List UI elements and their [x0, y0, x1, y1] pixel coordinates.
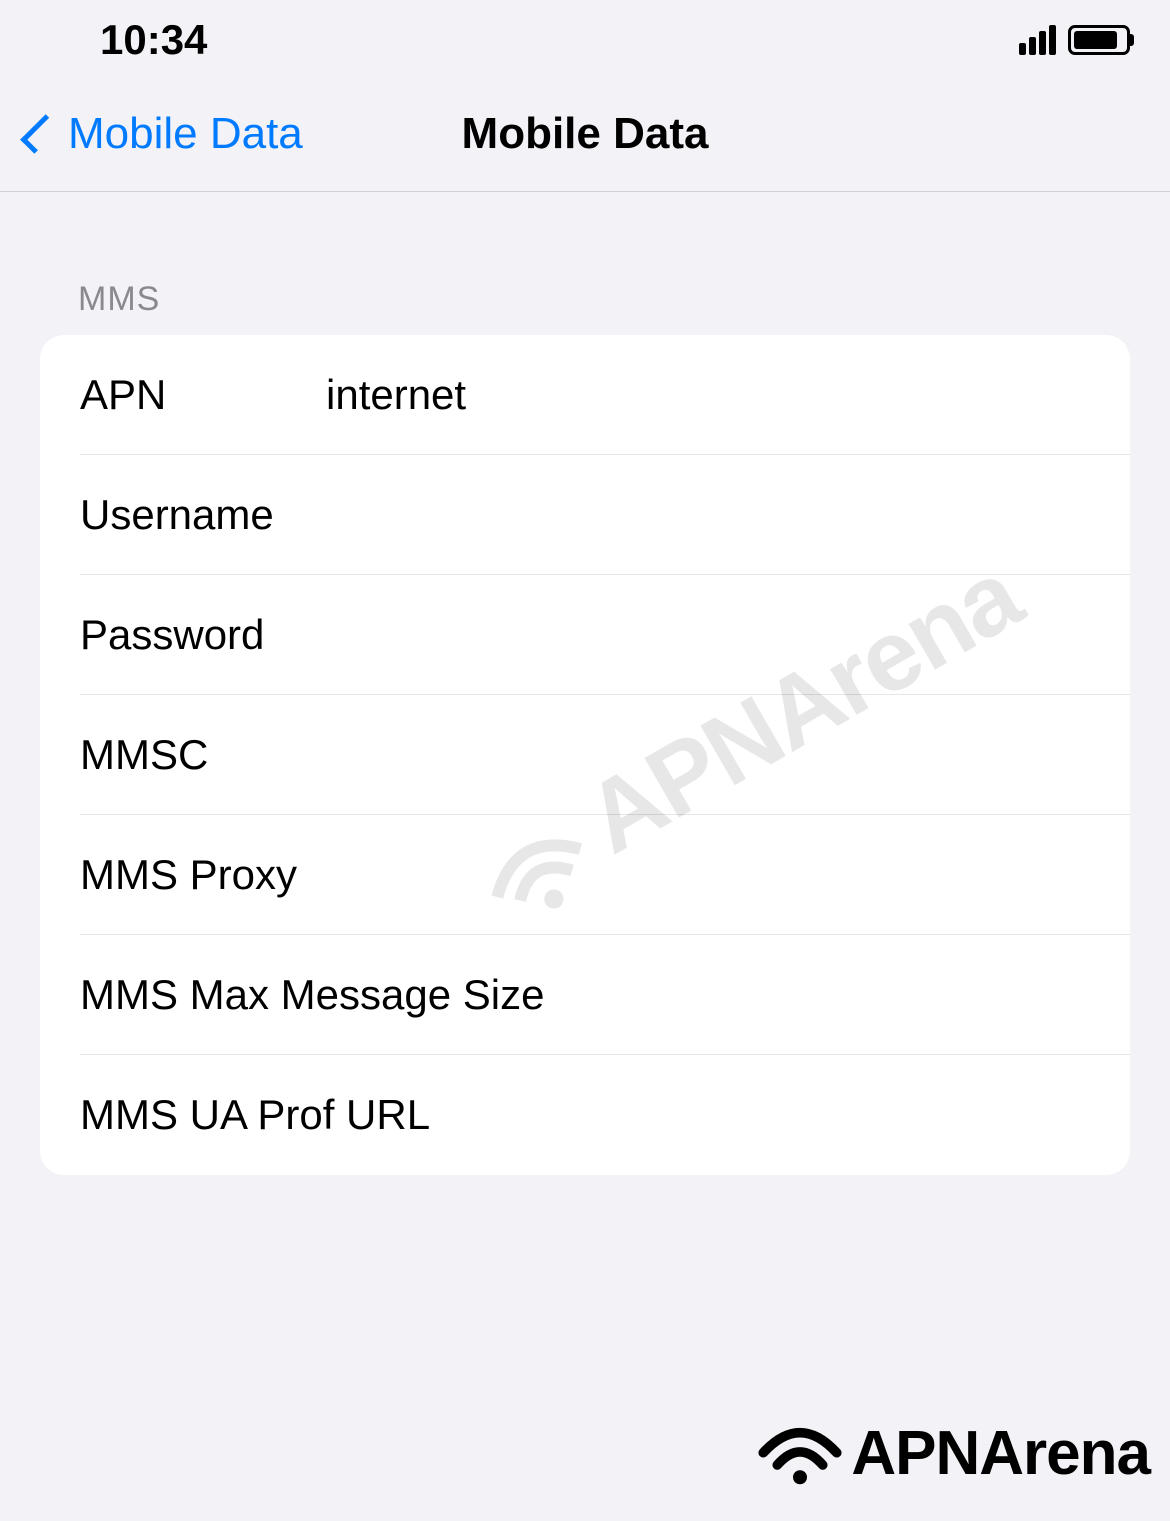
- mms-max-size-label: MMS Max Message Size: [80, 971, 544, 1019]
- username-row[interactable]: Username: [40, 455, 1130, 575]
- password-row[interactable]: Password: [40, 575, 1130, 695]
- navigation-bar: Mobile Data Mobile Data: [0, 80, 1170, 192]
- username-input[interactable]: [326, 491, 1090, 539]
- apn-input[interactable]: [326, 371, 1090, 419]
- battery-icon: [1068, 25, 1130, 55]
- mmsc-row[interactable]: MMSC: [40, 695, 1130, 815]
- mms-ua-prof-input[interactable]: [436, 1091, 1090, 1139]
- brand-logo: APNArena: [755, 1416, 1150, 1491]
- mms-ua-prof-label: MMS UA Prof URL: [80, 1091, 430, 1139]
- username-label: Username: [80, 491, 320, 539]
- status-time: 10:34: [100, 16, 207, 64]
- page-title: Mobile Data: [462, 109, 709, 159]
- back-label: Mobile Data: [68, 109, 303, 159]
- mms-proxy-label: MMS Proxy: [80, 851, 320, 899]
- section-header-mms: MMS: [0, 192, 1170, 335]
- mmsc-input[interactable]: [326, 731, 1090, 779]
- mms-max-size-row[interactable]: MMS Max Message Size: [40, 935, 1130, 1055]
- mms-settings-group: APN Username Password MMSC MMS Proxy MMS…: [40, 335, 1130, 1175]
- mms-proxy-row[interactable]: MMS Proxy: [40, 815, 1130, 935]
- mmsc-label: MMSC: [80, 731, 320, 779]
- wifi-icon: [755, 1416, 845, 1491]
- password-input[interactable]: [326, 611, 1090, 659]
- brand-text: APNArena: [851, 1418, 1150, 1489]
- apn-label: APN: [80, 371, 320, 419]
- mms-max-size-input[interactable]: [550, 971, 1090, 1019]
- status-bar: 10:34: [0, 0, 1170, 80]
- back-button[interactable]: Mobile Data: [20, 109, 303, 159]
- status-indicators: [1019, 25, 1130, 55]
- cellular-signal-icon: [1019, 25, 1056, 55]
- mms-proxy-input[interactable]: [326, 851, 1090, 899]
- apn-row[interactable]: APN: [40, 335, 1130, 455]
- chevron-left-icon: [20, 114, 60, 154]
- mms-ua-prof-row[interactable]: MMS UA Prof URL: [40, 1055, 1130, 1175]
- password-label: Password: [80, 611, 320, 659]
